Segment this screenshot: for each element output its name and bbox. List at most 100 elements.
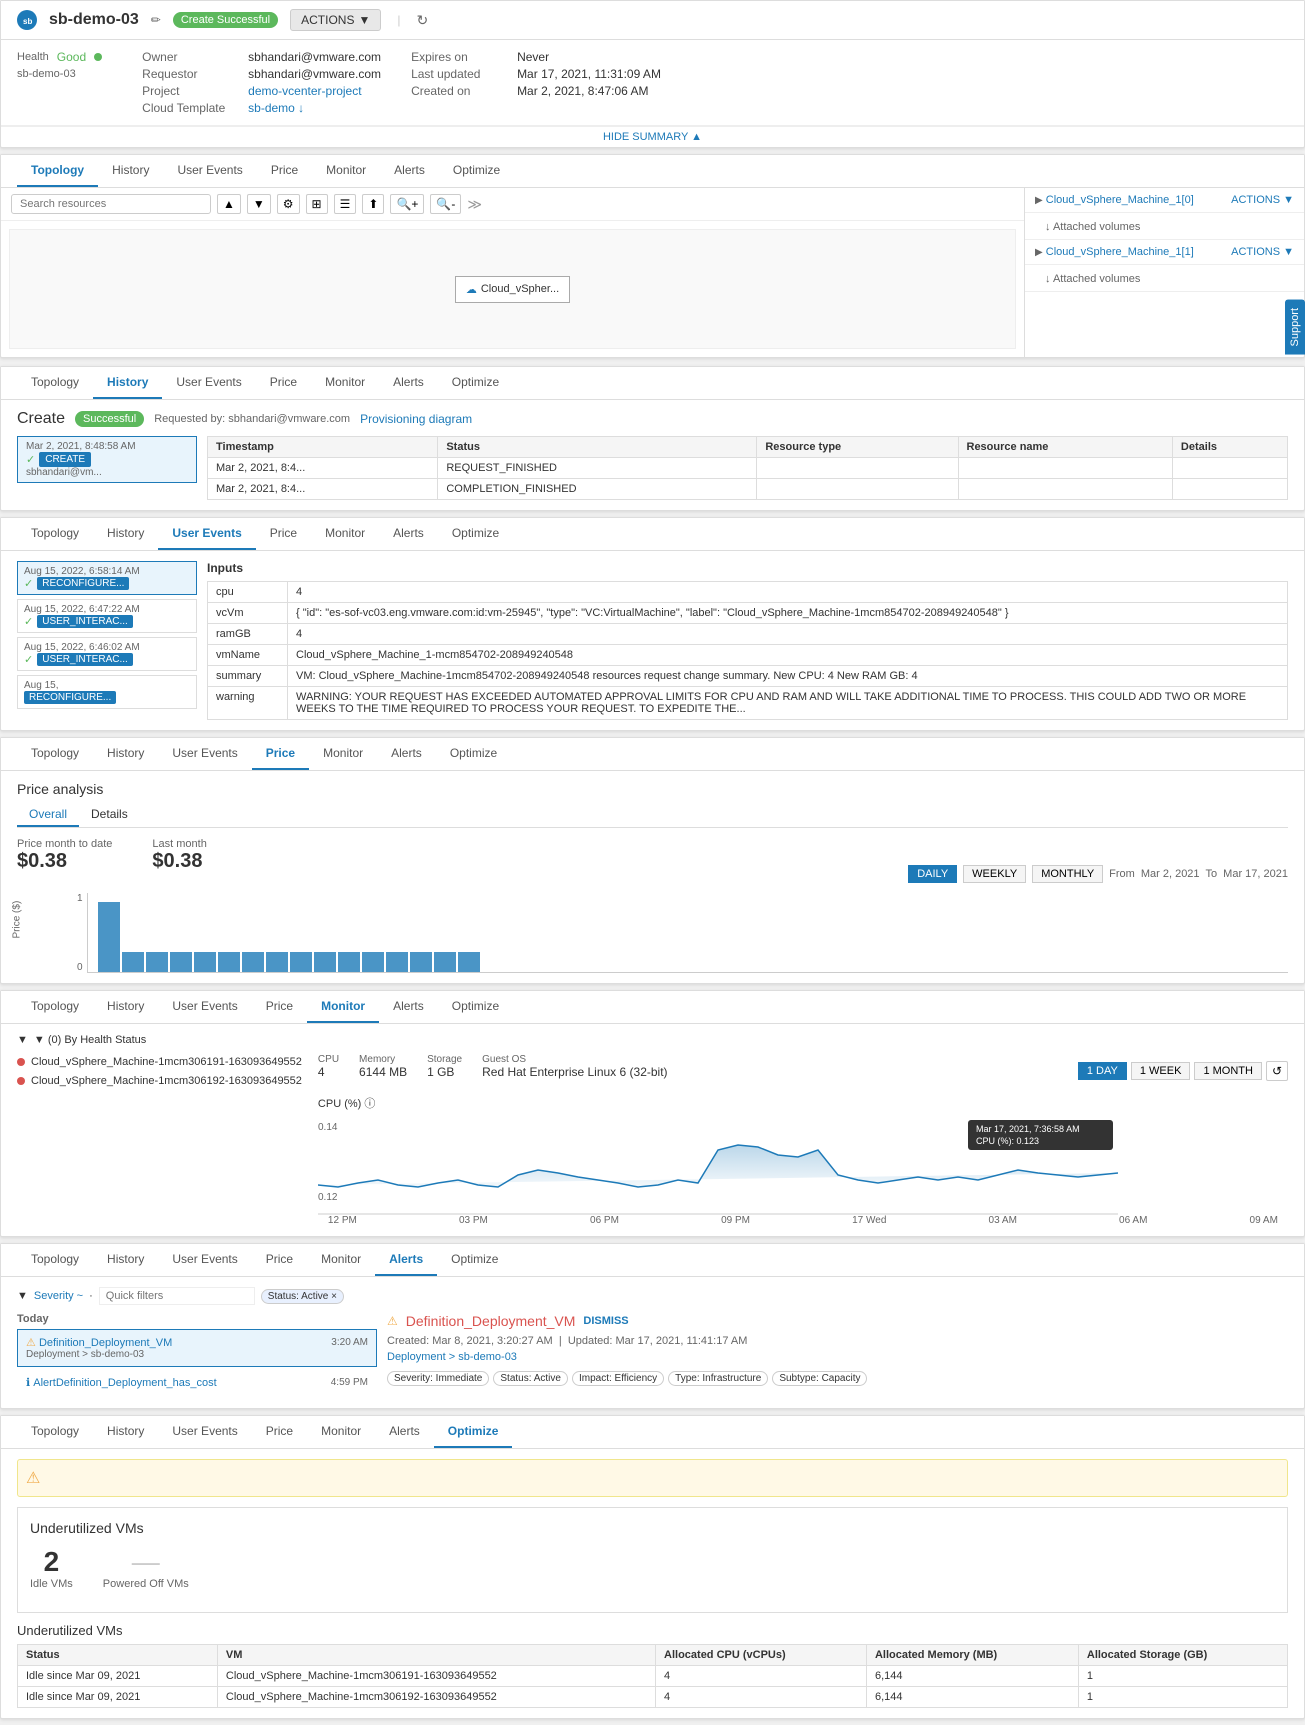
alert-item-1[interactable]: ℹ AlertDefinition_Deployment_has_cost 4:… <box>17 1369 377 1396</box>
monitor-vm-1[interactable]: Cloud_vSphere_Machine-1mcm306192-1630936… <box>17 1073 302 1089</box>
topo-grid-btn[interactable]: ⊞ <box>306 194 328 214</box>
tab-user-events-topo[interactable]: User Events <box>163 155 256 187</box>
ue-event-3[interactable]: Aug 15, RECONFIGURE... <box>17 675 197 709</box>
tab-monitor-opt[interactable]: Monitor <box>307 1416 375 1448</box>
topo-up-btn[interactable]: ▲ <box>217 194 241 214</box>
1month-btn[interactable]: 1 MONTH <box>1194 1062 1262 1080</box>
tab-history-opt[interactable]: History <box>93 1416 158 1448</box>
topo-zoom-out-btn[interactable]: 🔍- <box>430 194 461 214</box>
resource-actions-1[interactable]: ACTIONS ▼ <box>1231 246 1294 258</box>
1day-btn[interactable]: 1 DAY <box>1078 1062 1127 1080</box>
tab-user-events-pr[interactable]: User Events <box>158 738 251 770</box>
quick-filters-input[interactable] <box>99 1287 255 1305</box>
price-stats-row: Price month to date $0.38 Last month $0.… <box>17 838 1288 883</box>
tab-history-topo[interactable]: History <box>98 155 163 187</box>
resource-name-0[interactable]: Cloud_vSphere_Machine_1[0] <box>1046 194 1194 206</box>
tag-subtype: Subtype: Capacity <box>772 1371 867 1386</box>
tab-monitor-topo[interactable]: Monitor <box>312 155 380 187</box>
topo-list-btn[interactable]: ☰ <box>334 194 357 214</box>
tab-topology-hist[interactable]: Topology <box>17 367 93 399</box>
tab-topology-pr[interactable]: Topology <box>17 738 93 770</box>
resource-actions-0[interactable]: ACTIONS ▼ <box>1231 194 1294 206</box>
tab-price-hist[interactable]: Price <box>256 367 311 399</box>
refresh-button[interactable]: ↻ <box>416 12 428 29</box>
tab-optimize-ue[interactable]: Optimize <box>438 518 513 550</box>
tab-monitor-mon[interactable]: Monitor <box>307 991 379 1023</box>
topo-expand-icon[interactable]: ≫ <box>467 196 482 213</box>
tab-topology-ue[interactable]: Topology <box>17 518 93 550</box>
search-input[interactable] <box>11 194 211 214</box>
topo-zoom-in-btn[interactable]: 🔍+ <box>390 194 424 214</box>
tab-history-hist[interactable]: History <box>93 367 162 399</box>
price-subtab-details[interactable]: Details <box>79 803 140 827</box>
tab-user-events-ue[interactable]: User Events <box>158 518 255 550</box>
tab-price-al[interactable]: Price <box>252 1244 307 1276</box>
price-subtab-overall[interactable]: Overall <box>17 803 79 827</box>
monthly-btn[interactable]: MONTHLY <box>1032 865 1103 883</box>
support-tab[interactable]: Support <box>1285 300 1305 355</box>
tab-alerts-mon[interactable]: Alerts <box>379 991 438 1023</box>
hide-summary-button[interactable]: HIDE SUMMARY ▲ <box>1 126 1304 147</box>
tab-alerts-pr[interactable]: Alerts <box>377 738 436 770</box>
tab-monitor-al[interactable]: Monitor <box>307 1244 375 1276</box>
vm-node[interactable]: ☁ Cloud_vSpher... <box>455 276 570 303</box>
tab-alerts-hist[interactable]: Alerts <box>379 367 438 399</box>
weekly-btn[interactable]: WEEKLY <box>963 865 1026 883</box>
tab-alerts-al[interactable]: Alerts <box>375 1244 437 1276</box>
tab-optimize-opt[interactable]: Optimize <box>434 1416 513 1448</box>
ue-event-0[interactable]: Aug 15, 2022, 6:58:14 AM ✓ RECONFIGURE..… <box>17 561 197 595</box>
tab-monitor-hist[interactable]: Monitor <box>311 367 379 399</box>
tab-optimize-pr[interactable]: Optimize <box>436 738 511 770</box>
expand-chevron-1[interactable]: ▶ <box>1035 247 1043 258</box>
resource-name-1[interactable]: Cloud_vSphere_Machine_1[1] <box>1046 246 1194 258</box>
1week-btn[interactable]: 1 WEEK <box>1131 1062 1191 1080</box>
alert-item-0[interactable]: ⚠ Definition_Deployment_VM 3:20 AM Deplo… <box>17 1329 377 1367</box>
tab-price-pr[interactable]: Price <box>252 738 309 770</box>
tab-topology-al[interactable]: Topology <box>17 1244 93 1276</box>
tab-topology-opt[interactable]: Topology <box>17 1416 93 1448</box>
expand-chevron-0[interactable]: ▶ <box>1035 195 1043 206</box>
topo-down-btn[interactable]: ▼ <box>247 194 271 214</box>
actions-button[interactable]: ACTIONS ▼ <box>290 9 381 31</box>
tab-user-events-mon[interactable]: User Events <box>158 991 251 1023</box>
tab-history-al[interactable]: History <box>93 1244 158 1276</box>
tab-price-opt[interactable]: Price <box>252 1416 307 1448</box>
daily-btn[interactable]: DAILY <box>908 865 957 883</box>
opt-col-status: Status <box>18 1645 218 1666</box>
ue-event-1[interactable]: Aug 15, 2022, 6:47:22 AM ✓ USER_INTERAC.… <box>17 599 197 633</box>
tab-monitor-ue[interactable]: Monitor <box>311 518 379 550</box>
tab-monitor-pr[interactable]: Monitor <box>309 738 377 770</box>
tab-topology-mon[interactable]: Topology <box>17 991 93 1023</box>
ue-event-2[interactable]: Aug 15, 2022, 6:46:02 AM ✓ USER_INTERAC.… <box>17 637 197 671</box>
severity-label[interactable]: Severity ~ <box>34 1290 83 1302</box>
tab-alerts-opt[interactable]: Alerts <box>375 1416 434 1448</box>
tab-history-ue[interactable]: History <box>93 518 158 550</box>
tab-price-topo[interactable]: Price <box>257 155 312 187</box>
tab-alerts-ue[interactable]: Alerts <box>379 518 438 550</box>
alert-path[interactable]: Deployment > sb-demo-03 <box>387 1351 1288 1363</box>
tab-optimize-hist[interactable]: Optimize <box>438 367 513 399</box>
tab-history-pr[interactable]: History <box>93 738 158 770</box>
tab-optimize-mon[interactable]: Optimize <box>438 991 513 1023</box>
topo-settings-btn[interactable]: ⚙ <box>277 194 300 214</box>
project-link[interactable]: demo-vcenter-project <box>248 84 361 98</box>
tab-user-events-opt[interactable]: User Events <box>158 1416 251 1448</box>
monitor-vm-0[interactable]: Cloud_vSphere_Machine-1mcm306191-1630936… <box>17 1054 302 1070</box>
tab-user-events-hist[interactable]: User Events <box>162 367 255 399</box>
tab-price-ue[interactable]: Price <box>256 518 311 550</box>
tab-price-mon[interactable]: Price <box>252 991 307 1023</box>
tab-history-mon[interactable]: History <box>93 991 158 1023</box>
tab-topology[interactable]: Topology <box>17 155 98 187</box>
tab-optimize-al[interactable]: Optimize <box>437 1244 512 1276</box>
tab-alerts-topo[interactable]: Alerts <box>380 155 439 187</box>
tab-user-events-al[interactable]: User Events <box>158 1244 251 1276</box>
cloud-template-link[interactable]: sb-demo ↓ <box>248 101 304 115</box>
topo-export-btn[interactable]: ⬆ <box>362 194 384 214</box>
dismiss-button[interactable]: DISMISS <box>583 1315 628 1327</box>
tab-optimize-topo[interactable]: Optimize <box>439 155 514 187</box>
provisioning-link[interactable]: Provisioning diagram <box>360 412 472 426</box>
history-event-item[interactable]: Mar 2, 2021, 8:48:58 AM ✓ CREATE sbhanda… <box>17 436 197 483</box>
edit-icon[interactable]: ✏ <box>151 13 161 27</box>
resource-item-1: ▶ Cloud_vSphere_Machine_1[1] ACTIONS ▼ <box>1025 240 1304 265</box>
refresh-monitor-btn[interactable]: ↺ <box>1266 1061 1288 1081</box>
